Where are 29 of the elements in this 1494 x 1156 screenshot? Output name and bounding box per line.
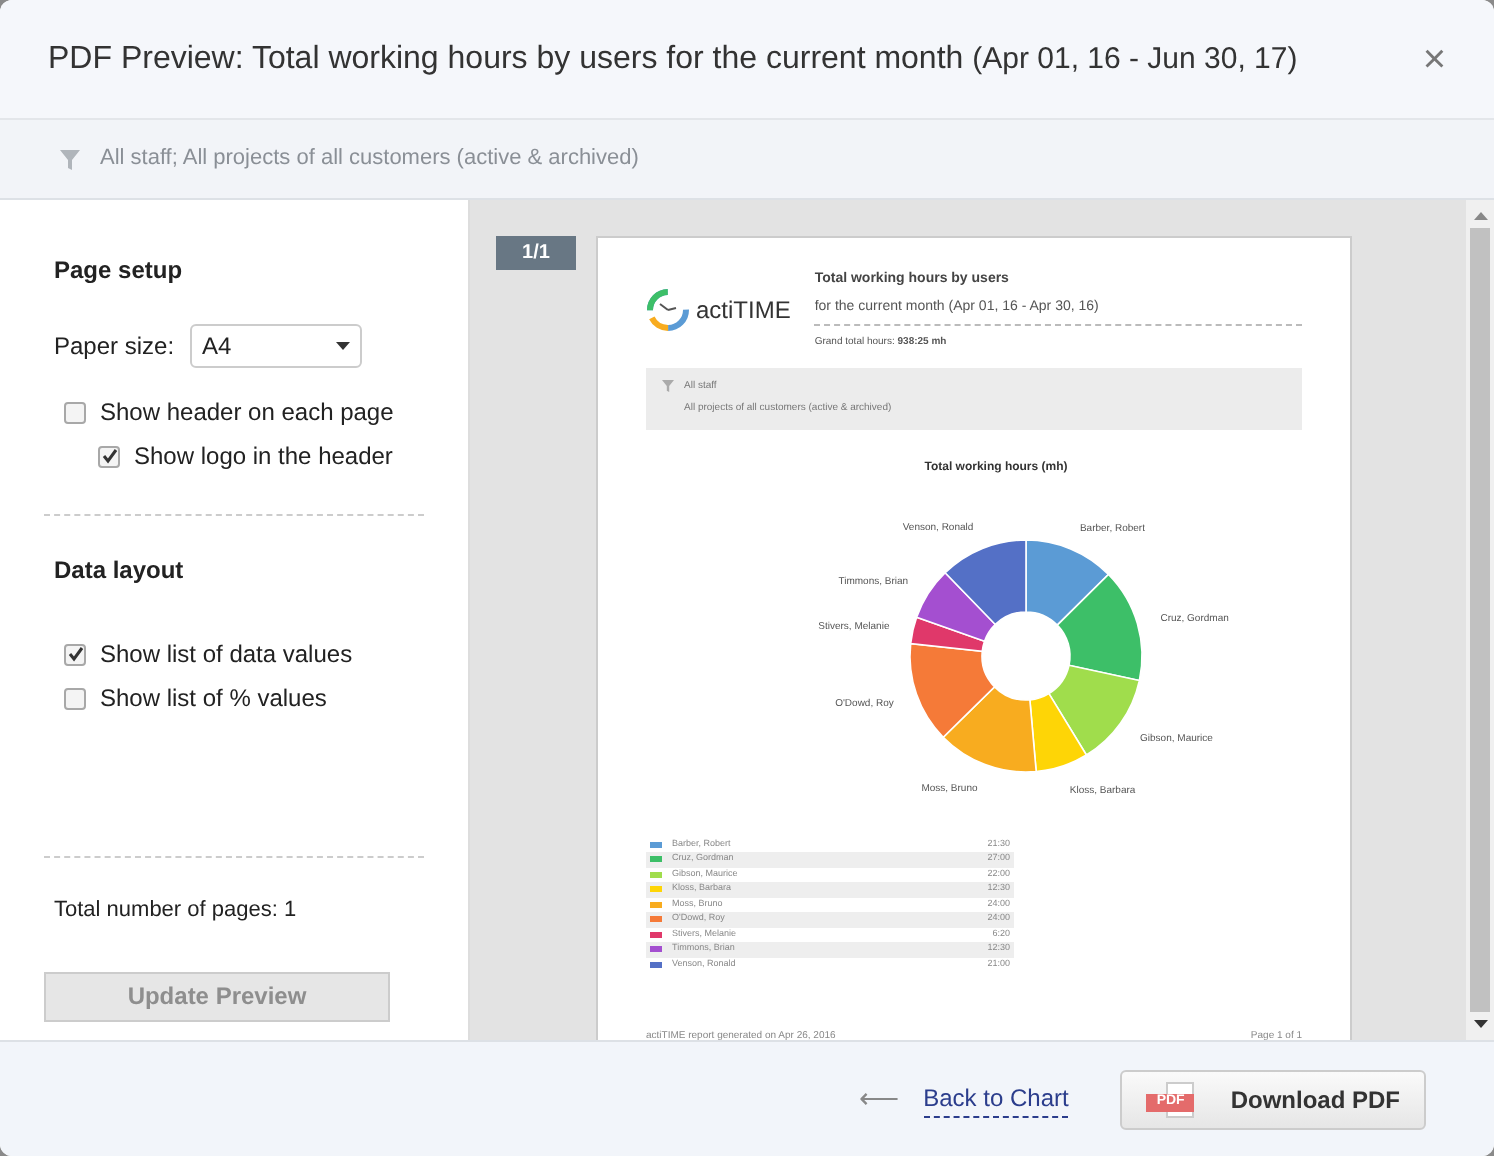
filter-summary: All staff; All projects of all customers (active & archived) xyxy=(100,144,639,175)
checkbox[interactable] xyxy=(98,445,120,467)
scrollbar[interactable] xyxy=(1466,200,1494,1040)
checkbox-option[interactable]: Show list of data values xyxy=(64,636,424,672)
logo-text: actiTIME xyxy=(696,294,791,329)
page-badge: 1/1 xyxy=(496,236,576,270)
back-arrow-icon: ⟵ xyxy=(859,1078,900,1120)
paper-size-select[interactable]: A4 xyxy=(190,324,362,368)
checkbox[interactable] xyxy=(64,401,86,423)
close-button[interactable]: × xyxy=(1422,39,1446,79)
checkbox[interactable] xyxy=(64,687,86,709)
total-pages-text: Total number of pages: 1 xyxy=(52,896,299,926)
checkbox[interactable] xyxy=(64,643,86,665)
checkbox-option[interactable]: Show header on each page xyxy=(64,394,424,430)
filter-icon xyxy=(60,149,80,169)
clock-logo-icon xyxy=(646,288,690,333)
paper-size-label: Paper size: xyxy=(54,330,177,364)
scroll-down-arrow-icon[interactable] xyxy=(1473,1020,1487,1028)
section-heading: Page setup xyxy=(54,254,185,288)
donut-slice xyxy=(1056,572,1143,681)
checkbox-option[interactable]: Show list of % values xyxy=(64,680,424,716)
dialog-title: PDF Preview: Total working hours by users for the current month (Apr 01, 16 - Jun 30, 17) xyxy=(48,39,1298,79)
back-to-chart-link[interactable]: Back to Chart xyxy=(923,1080,1069,1118)
donut-slice xyxy=(1025,538,1110,625)
filter-icon xyxy=(662,379,674,391)
section-heading: Data layout xyxy=(54,554,186,588)
checkbox-option[interactable]: Show logo in the header xyxy=(98,438,424,474)
caret-icon xyxy=(336,342,350,350)
scroll-up-arrow-icon[interactable] xyxy=(1473,212,1487,220)
